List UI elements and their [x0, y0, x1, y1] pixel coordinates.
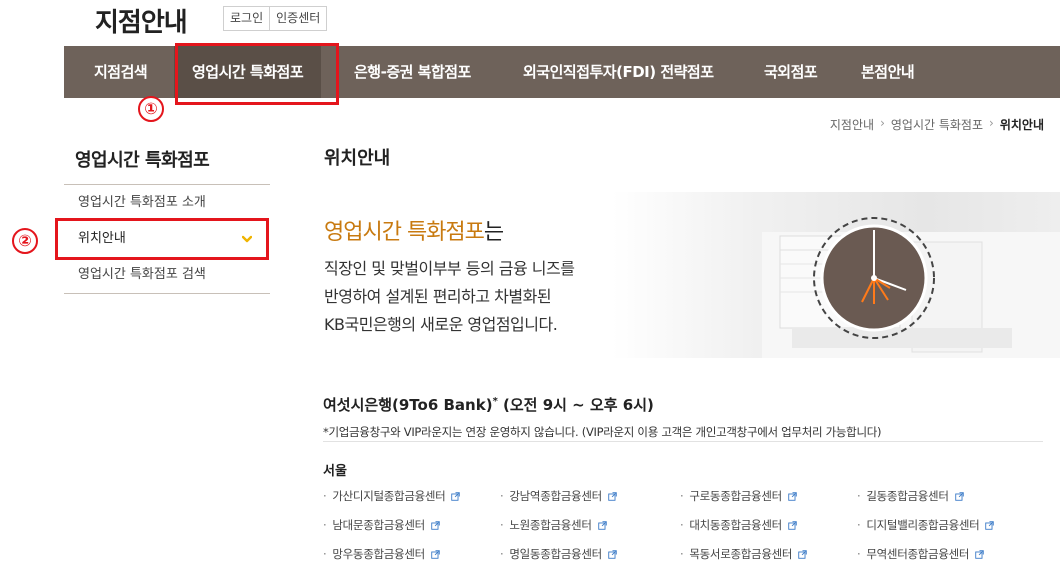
section-title-hours: (오전 9시 ~ 오후 6시): [497, 396, 654, 414]
branch-name: 길동종합금융센터: [866, 489, 949, 503]
login-link[interactable]: 로그인: [223, 6, 271, 31]
lnb-item-location[interactable]: 위치안내: [64, 221, 270, 257]
external-link-icon[interactable]: [608, 549, 617, 559]
bullet: ·: [500, 547, 504, 561]
breadcrumb-separator: ›: [989, 116, 994, 130]
bullet: ·: [857, 489, 861, 503]
branch-link[interactable]: · 길동종합금융센터: [857, 488, 964, 504]
bullet: ·: [680, 489, 684, 503]
branch-link[interactable]: · 구로동종합금융센터: [680, 488, 797, 504]
bullet: ·: [323, 547, 327, 561]
external-link-icon[interactable]: [954, 491, 964, 501]
hero-description: 직장인 및 맞벌이부부 등의 금융 니즈를 반영하여 설계된 편리하고 차별화된…: [324, 255, 575, 339]
external-link-icon[interactable]: [985, 520, 995, 530]
hero-desc-line: 직장인 및 맞벌이부부 등의 금융 니즈를: [324, 259, 575, 278]
branch-link[interactable]: · 디지털밸리종합금융센터: [857, 517, 995, 533]
breadcrumb-home[interactable]: 지점안내: [830, 116, 874, 133]
external-link-icon[interactable]: [431, 549, 440, 559]
bullet: ·: [857, 518, 861, 532]
local-nav: 영업시간 특화점포 소개 위치안내 영업시간 특화점포 검색: [64, 184, 270, 294]
nav-headquarters[interactable]: 본점안내: [861, 46, 915, 98]
branch-link[interactable]: · 강남역종합금융센터: [500, 488, 617, 504]
branch-link[interactable]: · 남대문종합금융센터: [323, 517, 440, 533]
branch-name: 망우동종합금융센터: [332, 547, 425, 561]
external-link-icon[interactable]: [597, 520, 607, 530]
bullet: ·: [323, 518, 327, 532]
bullet: ·: [500, 489, 504, 503]
branch-name: 디지털밸리종합금융센터: [866, 518, 980, 532]
region-label: 서울: [323, 464, 347, 479]
hero-title-suffix: 는: [483, 220, 504, 245]
breadcrumb-current: 위치안내: [999, 118, 1044, 132]
annotation-marker-2: ②: [12, 228, 38, 254]
branch-name: 목동서로종합금융센터: [689, 547, 793, 561]
branch-link[interactable]: · 망우동종합금융센터: [323, 546, 440, 562]
branch-name: 남대문종합금융센터: [332, 518, 425, 532]
bullet: ·: [323, 489, 327, 503]
lnb-item-intro[interactable]: 영업시간 특화점포 소개: [64, 185, 270, 221]
nav-bank-securities-branch[interactable]: 은행-증권 복합점포: [354, 46, 471, 98]
hero-title-highlight: 영업시간 특화점포: [324, 220, 485, 245]
bullet: ·: [500, 518, 504, 532]
branch-name: 강남역종합금융센터: [509, 489, 602, 503]
hero-title: 영업시간 특화점포는: [324, 214, 504, 246]
lnb-item-search[interactable]: 영업시간 특화점포 검색: [64, 257, 270, 293]
external-link-icon[interactable]: [788, 520, 797, 530]
section-title-text: 여섯시은행(9To6 Bank): [323, 396, 493, 414]
branch-link[interactable]: · 노원종합금융센터: [500, 517, 607, 533]
annotation-marker-1: ①: [138, 96, 164, 122]
branch-name: 명일동종합금융센터: [509, 547, 602, 561]
hero-desc-line: KB국민은행의 새로운 영업점입니다.: [324, 315, 558, 334]
bullet: ·: [680, 547, 684, 561]
bullet: ·: [680, 518, 684, 532]
external-link-icon[interactable]: [431, 520, 440, 530]
hero-desc-line: 반영하여 설계된 편리하고 차별화된: [324, 287, 552, 306]
lnb-item-label: 위치안내: [78, 231, 126, 246]
bullet: ·: [857, 547, 861, 561]
section-note: *기업금융창구와 VIP라운지는 연장 운영하지 않습니다. (VIP라운지 이…: [323, 425, 882, 439]
breadcrumb-separator: ›: [880, 116, 885, 130]
branch-name: 노원종합금융센터: [509, 518, 592, 532]
lnb-title: 영업시간 특화점포: [75, 150, 210, 171]
certification-center-link[interactable]: 인증센터: [270, 6, 328, 31]
external-link-icon[interactable]: [451, 491, 461, 501]
content-title: 위치안내: [324, 148, 391, 169]
branch-name: 무역센터종합금융센터: [866, 547, 970, 561]
branch-name: 가산디지털종합금융센터: [332, 489, 446, 503]
top-links: 로그인 인증센터: [223, 6, 328, 31]
breadcrumb: 지점안내 › 영업시간 특화점포 › 위치안내: [830, 116, 1044, 133]
chevron-down-icon: [242, 235, 252, 243]
branch-name: 구로동종합금융센터: [689, 489, 782, 503]
external-link-icon[interactable]: [798, 549, 807, 559]
external-link-icon[interactable]: [788, 491, 797, 501]
branch-link[interactable]: · 가산디지털종합금융센터: [323, 488, 461, 504]
nav-fdi-branch[interactable]: 외국인직접투자(FDI) 전략점포: [523, 46, 714, 98]
branch-link[interactable]: · 대치동종합금융센터: [680, 517, 797, 533]
nav-overseas-branch[interactable]: 국외점포: [764, 46, 818, 98]
branch-link[interactable]: · 목동서로종합금융센터: [680, 546, 807, 562]
branch-link[interactable]: · 무역센터종합금융센터: [857, 546, 984, 562]
clock-illustration: [762, 217, 1060, 358]
branch-name: 대치동종합금융센터: [689, 518, 782, 532]
hero-banner: [612, 192, 1060, 358]
external-link-icon[interactable]: [608, 491, 617, 501]
divider: [323, 441, 1043, 442]
site-title: 지점안내: [95, 8, 188, 38]
section-title: 여섯시은행(9To6 Bank)* (오전 9시 ~ 오후 6시): [323, 394, 654, 415]
breadcrumb-section[interactable]: 영업시간 특화점포: [891, 116, 983, 133]
nav-branch-search[interactable]: 지점검색: [94, 46, 148, 98]
annotation-box-1: [175, 43, 339, 105]
branch-link[interactable]: · 명일동종합금융센터: [500, 546, 617, 562]
external-link-icon[interactable]: [975, 549, 984, 559]
